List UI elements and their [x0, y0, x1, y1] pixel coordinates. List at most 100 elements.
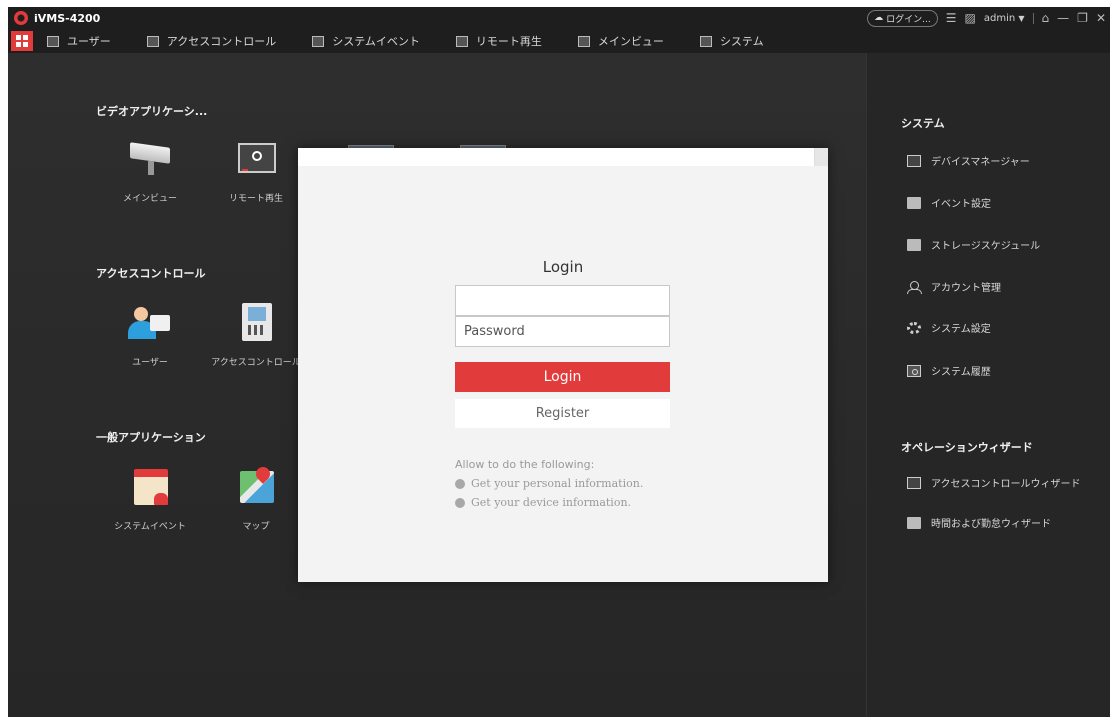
system-icon [699, 35, 712, 47]
user-icon [128, 303, 172, 343]
nav-label: メインビュー [597, 35, 664, 48]
app-logo-icon [14, 11, 28, 25]
rp-item-storage-schedule[interactable]: ストレージスケジュール [907, 237, 1040, 252]
close-icon[interactable]: ✕ [1096, 12, 1106, 24]
nav-item-system-event[interactable]: システムイベント [312, 33, 420, 49]
event-calendar-icon [128, 467, 172, 507]
rp-item-event-settings[interactable]: イベント設定 [907, 195, 991, 210]
tile-remote-playback[interactable]: リモート再生 [206, 139, 306, 204]
nav-item-remote-playback[interactable]: リモート再生 [455, 33, 542, 49]
tile-label: メインビュー [122, 194, 177, 204]
home-grid-button[interactable] [11, 31, 33, 51]
register-button[interactable]: Register [455, 399, 670, 428]
nav-label: ユーザー [67, 35, 111, 48]
nav-label: アクセスコントロール [166, 35, 277, 48]
login-dialog: Login Login Register Allow to do the fol… [298, 148, 828, 582]
nav-item-access-control[interactable]: アクセスコントロール [146, 33, 277, 49]
tile-main-view[interactable]: メインビュー [100, 139, 200, 204]
rp-label: システム履歴 [931, 367, 991, 378]
tile-label: リモート再生 [228, 194, 283, 204]
gear-icon [907, 321, 921, 334]
door-terminal-icon [234, 303, 278, 343]
rp-label: イベント設定 [931, 199, 991, 210]
playback-icon [455, 35, 468, 47]
list-icon[interactable]: ☰ [946, 12, 957, 24]
wizard-section-title: オペレーションウィザード [901, 441, 1033, 454]
user-name: admin [983, 12, 1016, 24]
scrollbar[interactable] [814, 148, 828, 166]
right-panel: システム デバイスマネージャー イベント設定 ストレージスケジュール アカウント… [866, 53, 1110, 717]
nav-item-system[interactable]: システム [699, 33, 764, 49]
permission-text: Get your device information. [471, 496, 632, 509]
account-icon [907, 280, 922, 294]
top-nav: ユーザー アクセスコントロール システムイベント リモート再生 メインビュー シ… [8, 29, 1110, 53]
camera-icon [128, 139, 172, 179]
cloud-icon: ☁ [874, 13, 884, 23]
tile-label: アクセスコントロール [211, 358, 301, 368]
map-icon [234, 464, 278, 507]
login-title: Login [542, 258, 584, 276]
app-title: iVMS-4200 [34, 11, 101, 25]
permissions-title: Allow to do the following: [455, 458, 595, 471]
nav-label: システムイベント [332, 35, 420, 48]
rp-item-attendance-wizard[interactable]: 時間および勤怠ウィザード [907, 515, 1051, 530]
rp-label: ストレージスケジュール [931, 241, 1041, 252]
tile-map[interactable]: マップ [206, 464, 306, 532]
rp-label: デバイスマネージャー [931, 157, 1030, 168]
rp-item-account[interactable]: アカウント管理 [907, 279, 1001, 294]
separator [1032, 12, 1034, 24]
login-button[interactable]: Login [455, 362, 670, 392]
password-input[interactable] [455, 316, 670, 347]
tile-users[interactable]: ユーザー [100, 303, 200, 368]
dialog-header-bar [298, 148, 828, 166]
section-title-video: ビデオアプリケーシ... [96, 105, 208, 118]
storage-icon [907, 238, 921, 251]
image-icon[interactable]: ▨ [965, 12, 976, 24]
log-icon [907, 364, 921, 377]
user-card-icon [47, 35, 59, 47]
rp-label: アクセスコントロールウィザード [931, 479, 1081, 490]
system-section-title: システム [901, 117, 945, 130]
bullet-dot-icon [455, 478, 465, 489]
chevron-down-icon: ▼ [1018, 13, 1025, 23]
section-title-access: アクセスコントロール [96, 267, 206, 280]
nav-item-main-view[interactable]: メインビュー [577, 33, 664, 49]
door-wizard-icon [907, 476, 921, 489]
username-input[interactable] [455, 285, 670, 316]
permission-item: Get your device information. [455, 496, 631, 509]
tile-access-control[interactable]: アクセスコントロール [206, 303, 306, 368]
bullet-dot-icon [455, 497, 465, 508]
camera-icon [577, 35, 590, 47]
nav-label: システム [719, 35, 764, 48]
minimize-icon[interactable]: — [1057, 12, 1069, 24]
restore-icon[interactable]: ❐ [1077, 12, 1088, 24]
rp-item-device-manager[interactable]: デバイスマネージャー [907, 153, 1030, 168]
tile-label: ユーザー [132, 358, 168, 368]
lock-icon[interactable]: ⌂ [1042, 12, 1050, 24]
nav-item-users[interactable]: ユーザー [47, 33, 111, 49]
permission-item: Get your personal information. [455, 477, 643, 490]
tile-system-event[interactable]: システムイベント [100, 467, 200, 532]
alarm-icon [312, 35, 325, 47]
rp-label: 時間および勤怠ウィザード [931, 519, 1051, 530]
user-menu[interactable]: admin ▼ [984, 13, 1025, 24]
rp-item-access-wizard[interactable]: アクセスコントロールウィザード [907, 475, 1081, 490]
cloud-login-button[interactable]: ☁ ログイン... [867, 9, 938, 27]
nav-label: リモート再生 [475, 35, 542, 48]
title-bar-controls: ☁ ログイン... ☰ ▨ admin ▼ ⌂ — ❐ ✕ [867, 9, 1106, 27]
device-manager-icon [907, 154, 921, 167]
rp-label: システム設定 [931, 324, 991, 335]
tile-label: マップ [242, 522, 270, 532]
playback-icon [234, 139, 278, 179]
tile-label: システムイベント [114, 522, 186, 532]
door-icon [146, 35, 159, 47]
section-title-general: 一般アプリケーション [96, 431, 206, 444]
event-settings-icon [907, 196, 921, 209]
permission-text: Get your personal information. [471, 477, 644, 490]
rp-label: アカウント管理 [931, 283, 1001, 294]
rp-item-system-log[interactable]: システム履歴 [907, 363, 991, 378]
title-bar: iVMS-4200 ☁ ログイン... ☰ ▨ admin ▼ ⌂ — ❐ ✕ [8, 7, 1110, 29]
rp-item-system-settings[interactable]: システム設定 [907, 320, 991, 335]
cloud-login-label: ログイン... [886, 14, 931, 25]
calendar-icon [907, 516, 921, 529]
